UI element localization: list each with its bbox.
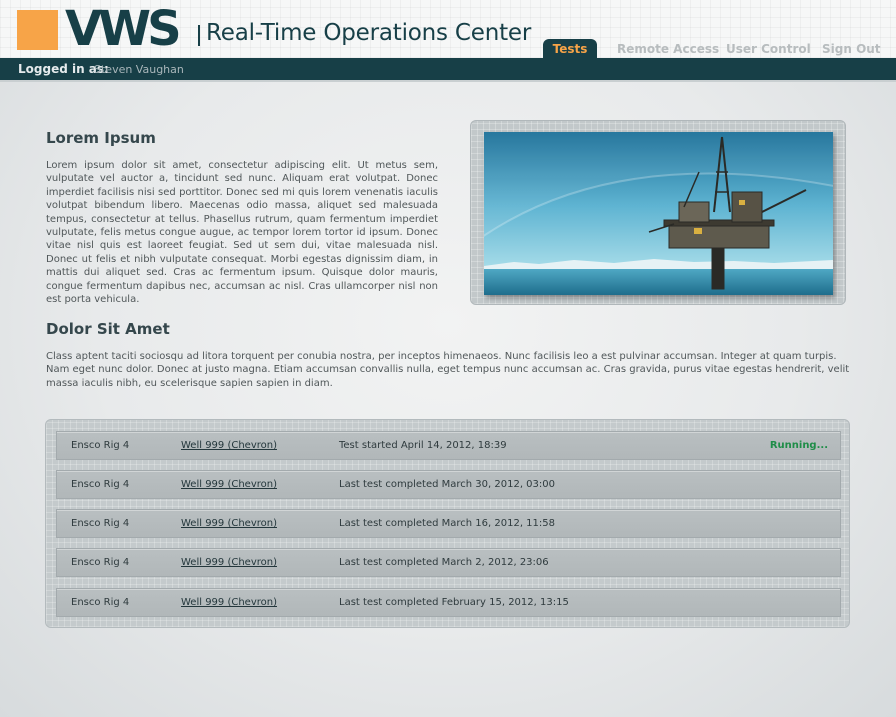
well-link[interactable]: Well 999 (Chevron) xyxy=(181,440,277,451)
main-nav: Tests Remote Access User Control Sign Ou… xyxy=(0,39,896,58)
tab-remote-access[interactable]: Remote Access xyxy=(617,39,719,58)
running-badge: Running... xyxy=(769,440,828,451)
section-title-dolor: Dolor Sit Amet xyxy=(46,320,170,338)
rig-name: Ensco Rig 4 xyxy=(71,597,130,608)
tests-list: Ensco Rig 4 Well 999 (Chevron) Test star… xyxy=(45,419,850,628)
test-status: Last test completed March 2, 2012, 23:06 xyxy=(339,557,549,568)
test-status: Last test completed February 15, 2012, 1… xyxy=(339,597,569,608)
test-row: Ensco Rig 4 Well 999 (Chevron) Last test… xyxy=(56,548,841,577)
test-row: Ensco Rig 4 Well 999 (Chevron) Last test… xyxy=(56,588,841,617)
rig-name: Ensco Rig 4 xyxy=(71,557,130,568)
well-link[interactable]: Well 999 (Chevron) xyxy=(181,518,277,529)
tab-user-control[interactable]: User Control xyxy=(726,39,811,58)
well-link[interactable]: Well 999 (Chevron) xyxy=(181,597,277,608)
rig-name: Ensco Rig 4 xyxy=(71,440,130,451)
test-status: Last test completed March 16, 2012, 11:5… xyxy=(339,518,555,529)
test-row: Ensco Rig 4 Well 999 (Chevron) Test star… xyxy=(56,431,841,460)
section-title-lorem: Lorem Ipsum xyxy=(46,129,156,147)
status-bar: Logged in as: Steven Vaughan xyxy=(0,58,896,82)
image-frame xyxy=(470,120,846,305)
well-link[interactable]: Well 999 (Chevron) xyxy=(181,557,277,568)
logged-in-user: Steven Vaughan xyxy=(94,63,184,76)
tab-sign-out[interactable]: Sign Out xyxy=(822,39,881,58)
test-row: Ensco Rig 4 Well 999 (Chevron) Last test… xyxy=(56,509,841,538)
rig-name: Ensco Rig 4 xyxy=(71,518,130,529)
test-row: Ensco Rig 4 Well 999 (Chevron) Last test… xyxy=(56,470,841,499)
tab-tests[interactable]: Tests xyxy=(543,39,597,58)
well-link[interactable]: Well 999 (Chevron) xyxy=(181,479,277,490)
test-status: Test started April 14, 2012, 18:39 xyxy=(339,440,507,451)
header: VWS Real-Time Operations Center Tests Re… xyxy=(0,0,896,58)
oil-rig-photo xyxy=(484,132,833,295)
section-body-lorem: Lorem ipsum dolor sit amet, consectetur … xyxy=(46,160,438,306)
rig-name: Ensco Rig 4 xyxy=(71,479,130,490)
test-status: Last test completed March 30, 2012, 03:0… xyxy=(339,479,555,490)
section-body-dolor: Class aptent taciti sociosqu ad litora t… xyxy=(46,351,850,389)
